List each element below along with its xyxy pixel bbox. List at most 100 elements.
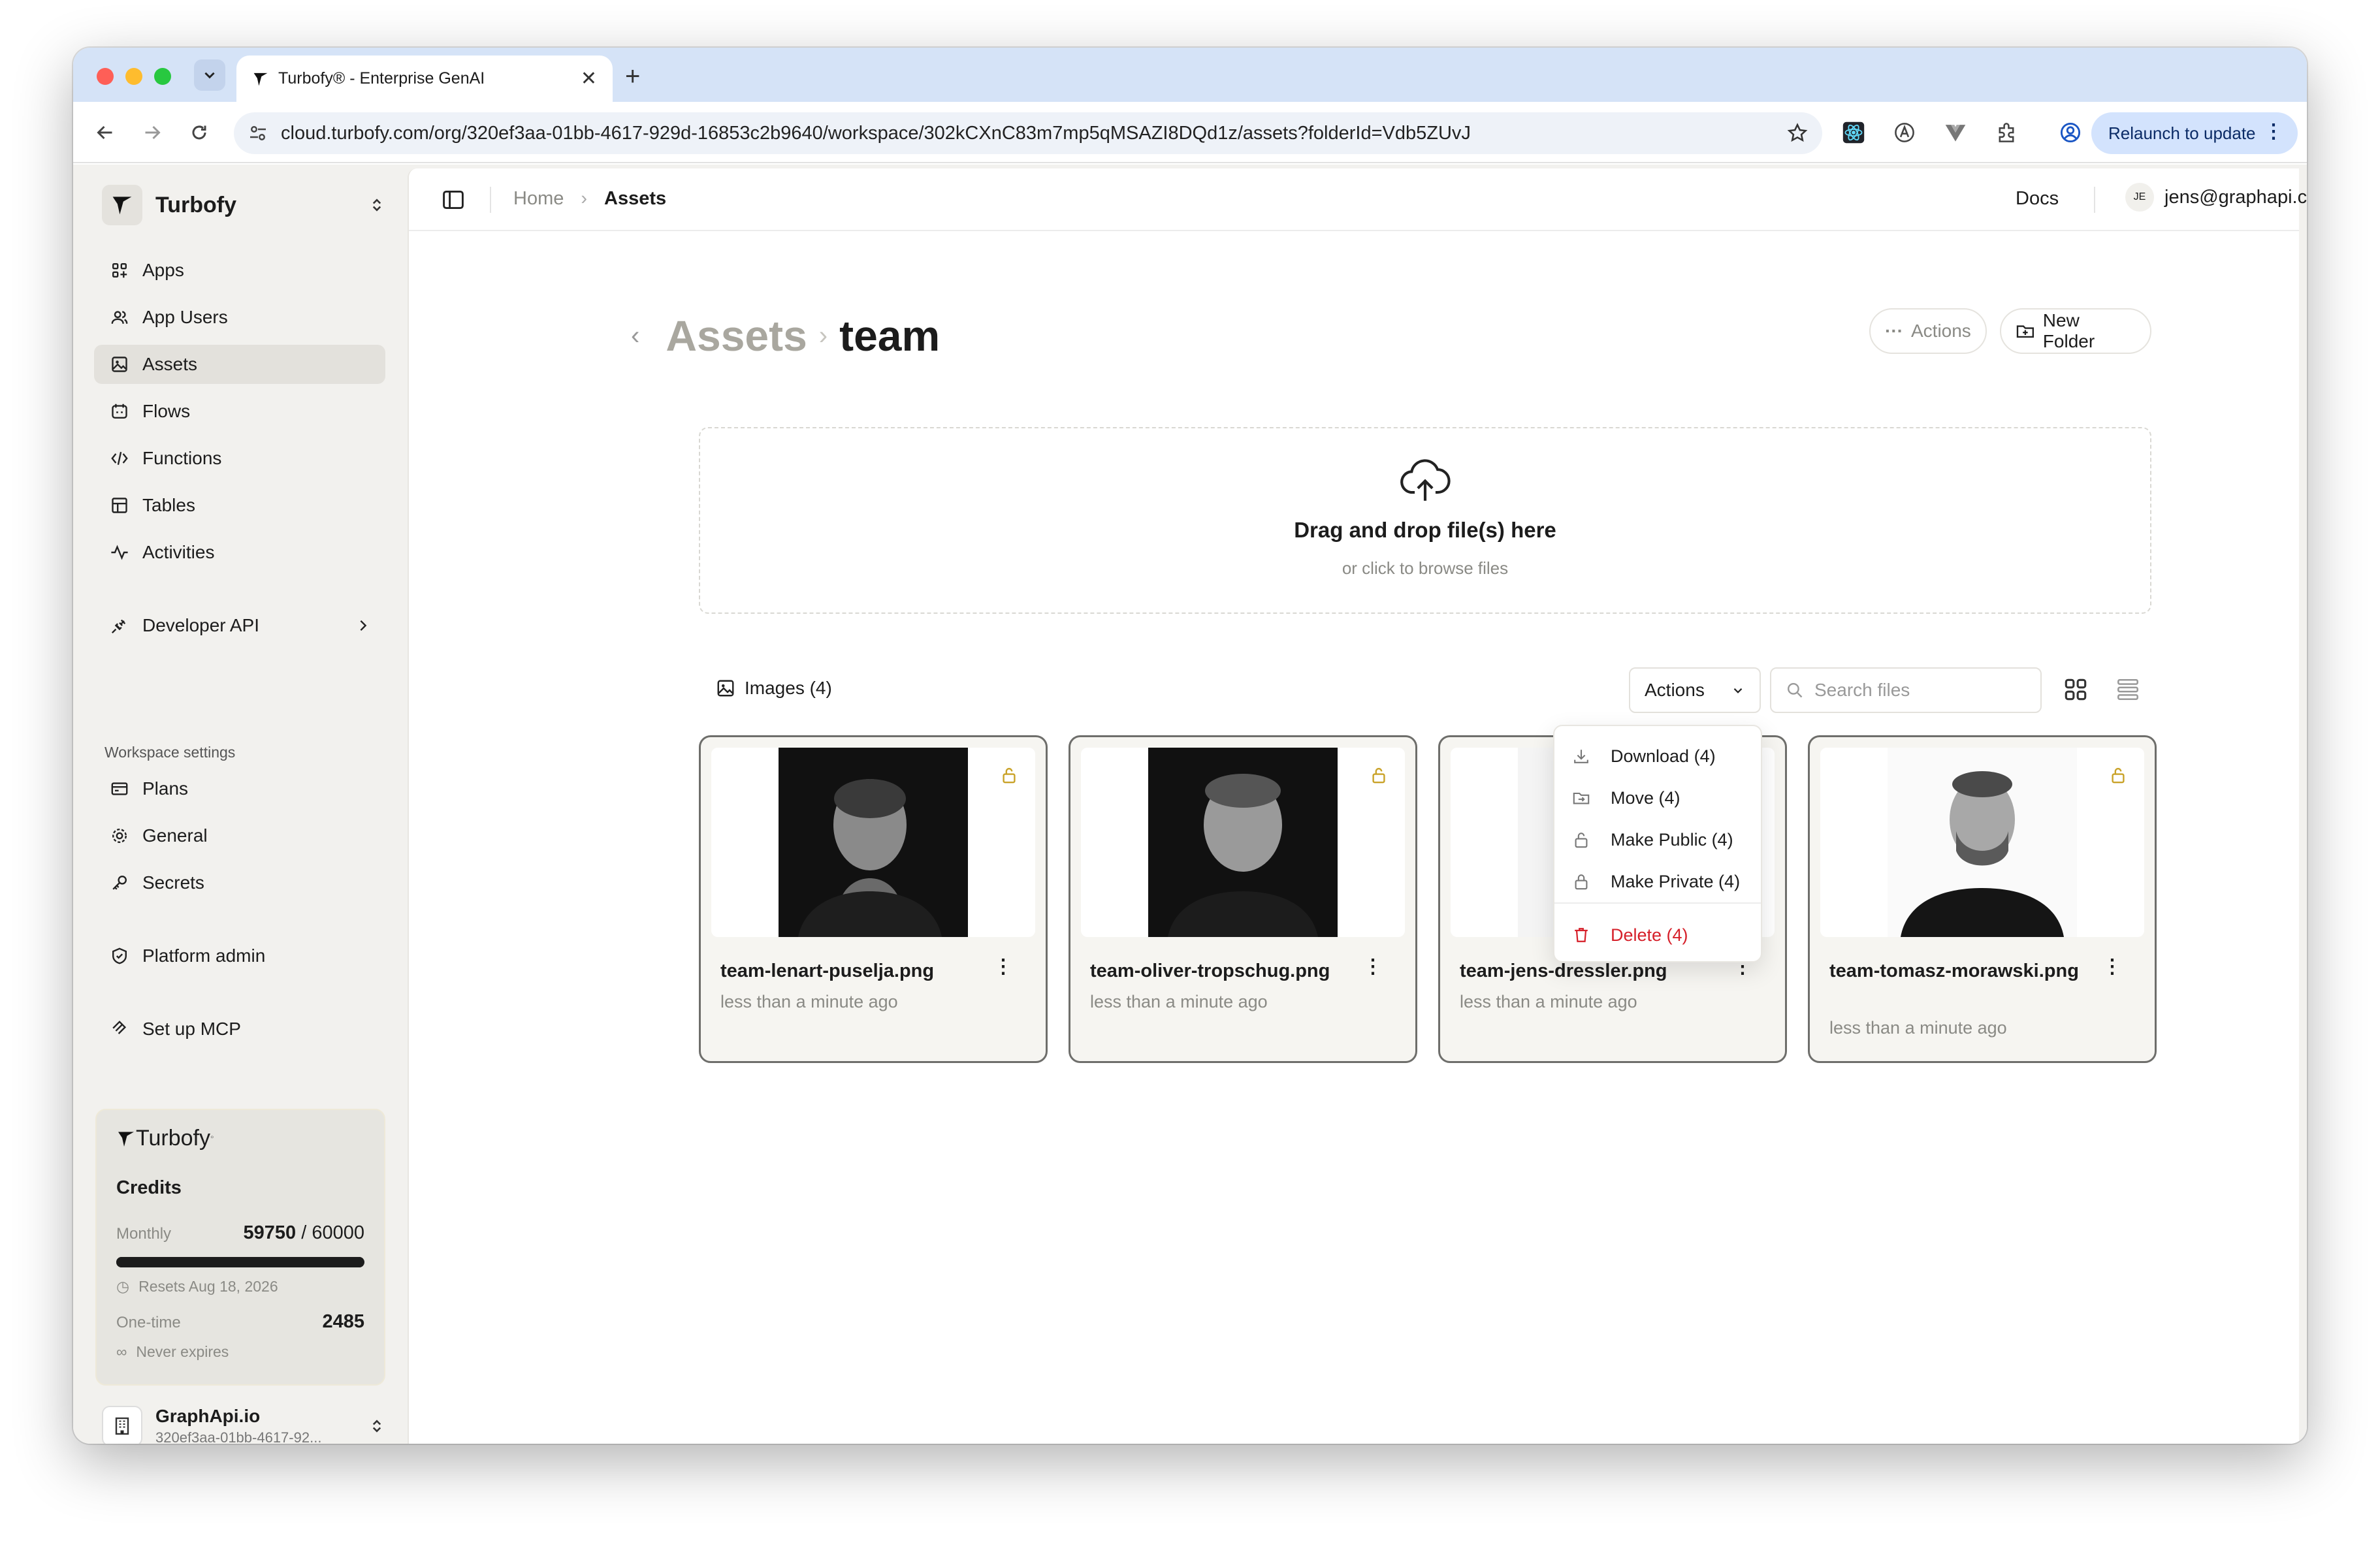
sidebar-item-app-users[interactable]: App Users — [94, 298, 385, 337]
unlock-icon — [2112, 768, 2125, 784]
credits-card: Turbofy ° Credits Monthly 59750 / 60000 ◷… — [95, 1109, 385, 1386]
workspace-switcher[interactable]: Turbofy — [102, 179, 385, 231]
sidebar-item-general[interactable]: General — [94, 816, 385, 855]
browser-tab-bar: Turbofy® - Enterprise GenAI ✕ + — [73, 48, 2307, 102]
turbofy-favicon-icon — [253, 72, 268, 86]
sidebar-item-setup-mcp[interactable]: Set up MCP — [94, 1009, 385, 1049]
bulk-actions-dropdown[interactable]: Actions — [1629, 667, 1761, 713]
back-chevron-icon[interactable]: ‹ — [631, 321, 639, 351]
file-time: less than a minute ago — [1460, 992, 1637, 1011]
profile-icon[interactable] — [2057, 119, 2083, 146]
sidebar-item-platform-admin[interactable]: Platform admin — [94, 936, 385, 976]
more-vert-icon[interactable]: ⋮ — [2102, 955, 2122, 978]
tab-search-button[interactable] — [194, 59, 225, 91]
search-input[interactable]: Search files — [1770, 667, 2042, 713]
file-name: team-lenart-puselja.png — [720, 961, 935, 981]
maximize-window-button[interactable] — [154, 68, 171, 85]
extensions-puzzle-icon[interactable] — [1993, 119, 2019, 146]
breadcrumb-home[interactable]: Home — [513, 188, 564, 210]
reload-button[interactable] — [185, 119, 213, 146]
file-name: team-oliver-tropschug.png — [1090, 961, 1330, 981]
infinity-icon: ∞ — [116, 1343, 127, 1360]
file-card[interactable]: team-tomasz-morawski.png less than a min… — [1808, 735, 2157, 1063]
user-menu[interactable]: JE jens@graphapi.com — [2125, 183, 2307, 212]
title-parent-folder[interactable]: Assets — [666, 311, 807, 360]
arrow-left-icon — [97, 125, 112, 140]
close-window-button[interactable] — [97, 68, 114, 85]
chevron-right-icon: › — [581, 188, 588, 209]
sidebar-item-label: Flows — [142, 401, 191, 421]
sidebar-item-tables[interactable]: Tables — [94, 486, 385, 525]
file-card[interactable]: team-lenart-puselja.png less than a minu… — [699, 735, 1048, 1063]
menu-item-make-private[interactable]: Make Private (4) — [1554, 862, 1761, 901]
trash-icon — [1571, 926, 1591, 944]
more-vert-icon[interactable]: ⋮ — [1363, 955, 1383, 978]
users-icon — [110, 308, 129, 327]
forward-button[interactable] — [138, 119, 166, 146]
credits-title: Credits — [116, 1177, 182, 1198]
lock-icon — [1571, 872, 1591, 891]
file-card[interactable]: team-oliver-tropschug.png less than a mi… — [1069, 735, 1417, 1063]
address-bar[interactable]: cloud.turbofy.com/org/320ef3aa-01bb-4617… — [234, 112, 1822, 154]
app-area: Turbofy Apps App Users Assets Flows Func… — [73, 165, 2307, 1444]
sidebar-item-activities[interactable]: Activities — [94, 533, 385, 572]
react-devtools-extension-icon[interactable] — [1841, 119, 1867, 146]
reload-icon — [192, 125, 206, 140]
list-view-button[interactable] — [2112, 674, 2144, 705]
search-icon — [1788, 683, 1803, 698]
plug-icon — [110, 616, 129, 635]
close-tab-icon[interactable]: ✕ — [581, 67, 597, 90]
monthly-label: Monthly — [116, 1225, 172, 1243]
back-button[interactable] — [91, 119, 119, 146]
toggle-sidebar-icon[interactable] — [442, 188, 465, 212]
minimize-window-button[interactable] — [125, 68, 142, 85]
browser-tab[interactable]: Turbofy® - Enterprise GenAI ✕ — [236, 56, 613, 102]
sidebar-item-assets[interactable]: Assets — [94, 345, 385, 384]
bookmark-star-icon[interactable] — [1787, 123, 1808, 144]
menu-item-delete[interactable]: Delete (4) — [1554, 915, 1761, 955]
organization-switcher[interactable]: GraphApi.io 320ef3aa-01bb-4617-92... — [102, 1400, 385, 1444]
breadcrumb: Home › Assets — [513, 188, 666, 210]
download-icon — [1571, 747, 1591, 765]
file-dropzone[interactable]: Drag and drop file(s) here or click to b… — [699, 427, 2151, 614]
flows-icon — [110, 402, 129, 421]
sidebar-item-developer-api[interactable]: Developer API — [94, 606, 385, 645]
sidebar-item-plans[interactable]: Plans — [94, 769, 385, 808]
new-folder-button[interactable]: New Folder — [2000, 308, 2151, 354]
images-count: Images (4) — [716, 678, 832, 699]
chevron-updown-icon — [372, 1420, 381, 1433]
a-circle-extension-icon[interactable] — [1891, 119, 1918, 146]
menu-item-move[interactable]: Move (4) — [1554, 778, 1761, 818]
onetime-value: 2485 — [322, 1311, 364, 1332]
file-thumbnail — [711, 748, 1035, 937]
sidebar: Turbofy Apps App Users Assets Flows Func… — [73, 165, 406, 1444]
folder-actions-button[interactable]: ··· Actions — [1869, 308, 1987, 354]
more-vert-icon[interactable]: ⋮ — [993, 955, 1013, 978]
sidebar-item-secrets[interactable]: Secrets — [94, 863, 385, 902]
org-id: 320ef3aa-01bb-4617-92... — [155, 1429, 322, 1444]
browser-window: Turbofy® - Enterprise GenAI ✕ + cloud.tu… — [73, 48, 2307, 1444]
menu-item-download[interactable]: Download (4) — [1554, 737, 1761, 776]
folder-plus-icon — [2016, 325, 2034, 338]
sidebar-item-apps[interactable]: Apps — [94, 251, 385, 290]
sidebar-item-functions[interactable]: Functions — [94, 439, 385, 478]
org-name: GraphApi.io — [155, 1406, 261, 1426]
menu-item-make-public[interactable]: Make Public (4) — [1554, 820, 1761, 859]
unlock-icon — [1571, 831, 1591, 849]
monthly-credits-progress — [116, 1257, 364, 1267]
vue-extension-icon[interactable] — [1942, 119, 1969, 146]
image-icon — [717, 680, 734, 697]
sidebar-item-label: Tables — [142, 495, 195, 515]
new-tab-button[interactable]: + — [625, 63, 640, 89]
credits-brand: Turbofy ° — [116, 1126, 364, 1151]
relaunch-to-update-button[interactable]: Relaunch to update ⋮ — [2091, 112, 2298, 154]
sidebar-item-label: App Users — [142, 307, 228, 327]
sidebar-item-flows[interactable]: Flows — [94, 392, 385, 431]
table-icon — [110, 496, 129, 515]
docs-link[interactable]: Docs — [2016, 188, 2059, 210]
avatar: JE — [2125, 183, 2154, 212]
more-horizontal-icon: ··· — [1885, 321, 1903, 341]
grid-view-button[interactable] — [2060, 674, 2091, 705]
code-icon — [110, 449, 129, 468]
file-thumbnail — [1820, 748, 2144, 937]
